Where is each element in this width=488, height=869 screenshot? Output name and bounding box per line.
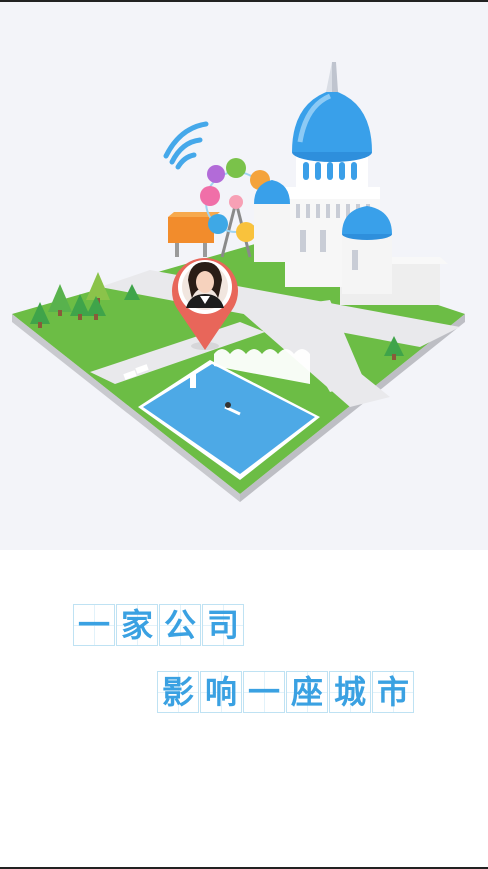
slogan-char: 影 [157,671,199,713]
slogan-char: 家 [116,604,158,646]
slogan-char: 座 [286,671,328,713]
splash-illustration [0,2,488,550]
slogan-char: 公 [159,604,201,646]
slogan-char: 响 [200,671,242,713]
slogan-char: 一 [243,671,285,713]
slogan-line-2: 影 响 一 座 城 市 [157,671,415,713]
slogan-char: 城 [329,671,371,713]
slogan-char: 市 [372,671,414,713]
slogan-char: 一 [73,604,115,646]
slogan-char: 司 [202,604,244,646]
wifi-icon [163,121,209,170]
slogan-line-1: 一 家 公 司 [73,604,245,646]
